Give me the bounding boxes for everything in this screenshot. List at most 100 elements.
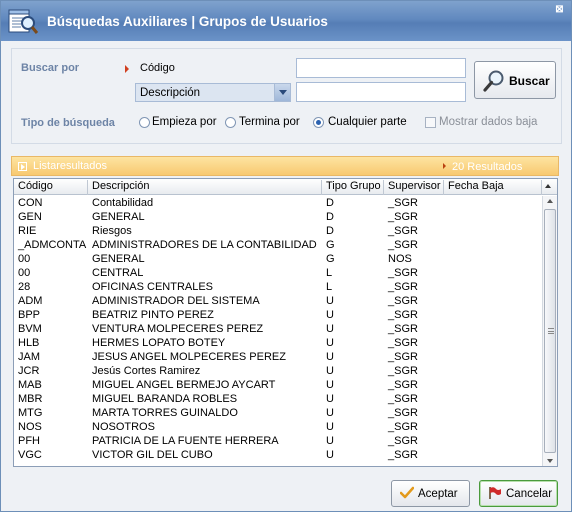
cell-supervisor: _SGR [388, 379, 418, 391]
cell-descripcion: CENTRAL [92, 267, 144, 279]
cancelar-button-label: Cancelar [506, 488, 553, 500]
chevron-down-icon[interactable] [274, 84, 290, 101]
cell-fecha-baja [444, 392, 541, 406]
search-field-select[interactable]: Descripción [135, 83, 291, 102]
radio-cualquier-parte-label: Cualquier parte [328, 116, 407, 128]
cell-tipo-grupo: U [326, 435, 334, 447]
radio-cualquier-parte[interactable] [313, 117, 324, 128]
cell-descripcion: MARTA TORRES GUINALDO [92, 407, 238, 419]
title-left: Búsquedas Auxiliares [47, 14, 188, 29]
flag-icon [489, 487, 501, 499]
cell-tipo-grupo: U [326, 309, 334, 321]
cell-supervisor: _SGR [388, 435, 418, 447]
table-row[interactable]: PFH PATRICIA DE LA FUENTE HERRERA U _SGR [14, 434, 541, 448]
column-header-codigo[interactable]: Código [14, 180, 88, 195]
table-row[interactable]: MAB MIGUEL ANGEL BERMEJO AYCART U _SGR [14, 378, 541, 392]
descripcion-input[interactable] [296, 82, 466, 102]
results-arrow-icon [443, 163, 446, 169]
cell-fecha-baja [444, 266, 541, 280]
radio-termina-por-label: Termina por [239, 116, 300, 128]
radio-termina-por[interactable] [225, 117, 236, 128]
results-table[interactable]: Código Descripción Tipo Grupo Supervisor… [13, 178, 558, 467]
table-row[interactable]: BVM VENTURA MOLPECERES PEREZ U _SGR [14, 322, 541, 336]
results-title: Listaresultados [33, 160, 107, 172]
cell-supervisor: _SGR [388, 211, 418, 223]
cell-codigo: BVM [18, 323, 42, 335]
cell-codigo: NOS [18, 421, 42, 433]
cell-codigo: VGC [18, 449, 42, 461]
cell-supervisor: _SGR [388, 239, 418, 251]
cell-fecha-baja [444, 420, 541, 434]
table-row[interactable]: MTG MARTA TORRES GUINALDO U _SGR [14, 406, 541, 420]
cell-supervisor: _SGR [388, 393, 418, 405]
table-row[interactable]: MBR MIGUEL BARANDA ROBLES U _SGR [14, 392, 541, 406]
cell-supervisor: _SGR [388, 407, 418, 419]
column-header-fecha-baja[interactable]: Fecha Baja [444, 180, 542, 195]
table-row[interactable]: _ADMCONTA ADMINISTRADORES DE LA CONTABILI… [14, 238, 541, 252]
cell-codigo: _ADMCONTA [18, 239, 87, 251]
expand-icon[interactable] [18, 162, 27, 171]
column-header-supervisor[interactable]: Supervisor [384, 180, 444, 195]
close-icon[interactable]: ⊠ [554, 5, 565, 16]
table-row[interactable]: HLB HERMES LOPATO BOTEY U _SGR [14, 336, 541, 350]
cell-tipo-grupo: U [326, 407, 334, 419]
cell-descripcion: MIGUEL BARANDA ROBLES [92, 393, 238, 405]
cell-supervisor: _SGR [388, 281, 418, 293]
scroll-up-icon[interactable] [547, 199, 553, 203]
scroll-thumb[interactable] [544, 209, 556, 453]
tipo-busqueda-label: Tipo de búsqueda [21, 117, 115, 129]
table-row[interactable]: BPP BEATRIZ PINTO PEREZ U _SGR [14, 308, 541, 322]
cell-codigo: 28 [18, 281, 31, 293]
mostrar-baja-checkbox[interactable] [425, 117, 436, 128]
cell-codigo: CON [18, 197, 43, 209]
cell-tipo-grupo: G [326, 253, 335, 265]
cell-descripcion: OFICINAS CENTRALES [92, 281, 214, 293]
table-row[interactable]: JAM JESUS ANGEL MOLPECERES PEREZ U _SGR [14, 350, 541, 364]
cancelar-button[interactable]: Cancelar [479, 480, 558, 507]
table-row[interactable]: 00 GENERAL G NOS [14, 252, 541, 266]
dialog-window: Búsquedas Auxiliares | Grupos de Usuario… [0, 0, 572, 512]
results-header[interactable]: Listaresultados 20 Resultados [11, 156, 559, 176]
cell-fecha-baja [444, 378, 541, 392]
table-row[interactable]: CON Contabilidad D _SGR [14, 196, 541, 210]
table-row[interactable]: GEN GENERAL D _SGR [14, 210, 541, 224]
table-row[interactable]: RIE Riesgos D _SGR [14, 224, 541, 238]
table-row[interactable]: 28 OFICINAS CENTRALES L _SGR [14, 280, 541, 294]
cell-tipo-grupo: D [326, 211, 334, 223]
cell-fecha-baja [444, 336, 541, 350]
cell-descripcion: BEATRIZ PINTO PEREZ [92, 309, 214, 321]
vertical-scrollbar[interactable] [542, 196, 557, 466]
table-row[interactable]: ADM ADMINISTRADOR DEL SISTEMA U _SGR [14, 294, 541, 308]
cell-codigo: PFH [18, 435, 40, 447]
table-row[interactable]: VGC VICTOR GIL DEL CUBO U _SGR [14, 448, 541, 462]
cell-descripcion: PATRICIA DE LA FUENTE HERRERA [92, 435, 279, 447]
window-title: Búsquedas Auxiliares | Grupos de Usuario… [47, 14, 328, 29]
cell-fecha-baja [444, 448, 541, 462]
column-header-tipo-grupo[interactable]: Tipo Grupo [322, 180, 384, 195]
sort-arrow-icon [545, 184, 551, 188]
cell-codigo: JCR [18, 365, 40, 377]
buscar-button[interactable]: Buscar [474, 61, 556, 99]
cell-fecha-baja [444, 280, 541, 294]
cell-codigo: JAM [18, 351, 40, 363]
cell-codigo: MAB [18, 379, 42, 391]
cell-codigo: BPP [18, 309, 41, 321]
codigo-input[interactable] [296, 58, 466, 78]
cell-descripcion: MIGUEL ANGEL BERMEJO AYCART [92, 379, 276, 391]
column-header-descripcion[interactable]: Descripción [88, 180, 322, 195]
table-row[interactable]: 00 CENTRAL L _SGR [14, 266, 541, 280]
aceptar-button[interactable]: Aceptar [391, 480, 470, 507]
results-count: 20 Resultados [452, 161, 523, 173]
table-row[interactable]: JCR Jesús Cortes Ramirez U _SGR [14, 364, 541, 378]
codigo-label: Código [140, 62, 175, 74]
cell-fecha-baja [444, 294, 541, 308]
cell-fecha-baja [444, 224, 541, 238]
scroll-down-icon[interactable] [547, 459, 553, 463]
cell-descripcion: VICTOR GIL DEL CUBO [92, 449, 213, 461]
radio-empieza-por[interactable] [139, 117, 150, 128]
cell-tipo-grupo: U [326, 365, 334, 377]
cell-supervisor: _SGR [388, 449, 418, 461]
field-marker-icon [125, 65, 129, 73]
aceptar-button-label: Aceptar [418, 488, 458, 500]
table-row[interactable]: NOS NOSOTROS U _SGR [14, 420, 541, 434]
